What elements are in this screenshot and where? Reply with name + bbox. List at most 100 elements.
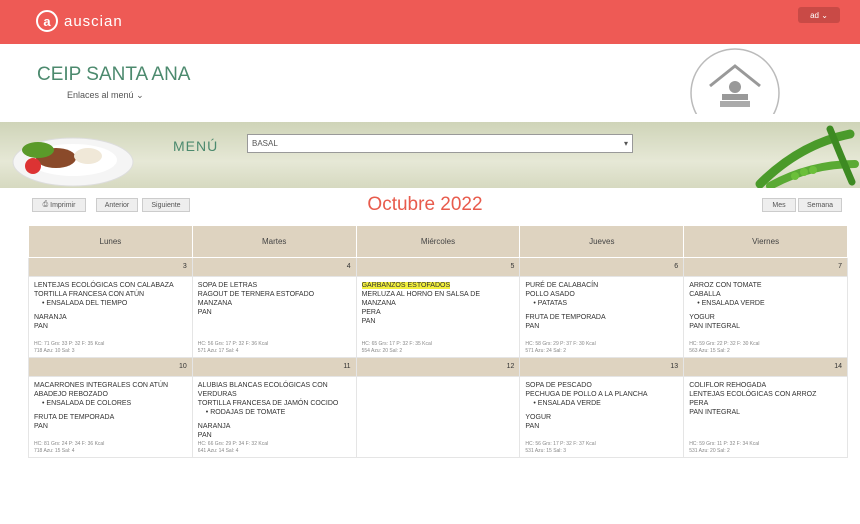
menu-type-select[interactable]: BASAL ▾ [247, 134, 633, 153]
menu-label: MENÚ [173, 138, 219, 154]
calendar-title: Octubre 2022 [367, 194, 483, 215]
nutrition-info: HC: 56 Grs: 17 P: 32 F: 36 Kcal 571 Azu: … [198, 341, 268, 355]
nutrition-info: HC: 58 Grs: 29 P: 37 F: 30 Kcal 571 Azu: … [525, 341, 595, 355]
nutrition-line: HC: 59 Grs: 11 P: 32 F: 34 Kcal [689, 441, 760, 447]
meal-text: ENSALADA VERDE [701, 300, 765, 307]
auscian-logo[interactable]: a auscian [36, 10, 123, 32]
meal-item: COLIFLOR REHOGADA [689, 381, 842, 390]
meal-item: PAN [525, 422, 678, 431]
nutrition-info: HC: 65 Grs: 17 P: 32 F: 35 Kcal 554 Azu: … [362, 341, 432, 355]
day-number-row: 10 11 12 13 14 [28, 357, 848, 377]
meal-text: MANZANA [197, 300, 233, 307]
week-view-button[interactable]: Semana [798, 198, 842, 212]
meal-text: SOPA DE LETRAS [197, 282, 258, 289]
meal-item: NARANJA [34, 313, 187, 322]
meal-text: PAN [361, 318, 376, 325]
meal-text: NARANJA [34, 314, 67, 321]
chevron-down-icon: ⌄ [136, 90, 144, 100]
meal-item: PAN INTEGRAL [689, 408, 842, 417]
day-number[interactable]: 11 [191, 357, 357, 377]
day-number[interactable]: 3 [28, 257, 193, 277]
day-number[interactable]: 12 [355, 357, 521, 377]
meal-item: LENTEJAS ECOLÓGICAS CON ARROZ [689, 390, 842, 399]
meal-text: TORTILLA FRANCESA CON ATÚN [34, 291, 145, 298]
meal-item: • PATATAS [525, 299, 678, 308]
meal-item: YOGUR [689, 313, 842, 322]
meal-item: ALUBIAS BLANCAS ECOLÓGICAS CON VERDURAS [198, 381, 351, 399]
meal-item: FRUTA DE TEMPORADA [525, 313, 678, 322]
day-cell: GARBANZOS ESTOFADOS MERLUZA AL HORNO EN S… [355, 276, 521, 358]
day-number[interactable]: 13 [519, 357, 685, 377]
print-label: Imprimir [50, 201, 76, 209]
meal-text: ENSALADA DE COLORES [46, 400, 132, 407]
meal-item: • ENSALADA VERDE [525, 399, 678, 408]
nutrition-info: HC: 56 Grs: 17 P: 32 F: 37 Kcal 531 Azu: … [525, 441, 595, 455]
meal-item: • RODAJAS DE TOMATE [198, 408, 351, 417]
meal-list: ALUBIAS BLANCAS ECOLÓGICAS CON VERDURAS T… [193, 377, 356, 457]
nutrition-line: 641 Azu: 14 Sal: 4 [197, 448, 239, 454]
meal-text: PURÉ DE CALABACÍN [525, 282, 599, 289]
meal-text: ENSALADA VERDE [537, 400, 601, 407]
links-dropdown[interactable]: Enlaces al menú ⌄ [67, 90, 144, 101]
day-cell: PURÉ DE CALABACÍN POLLO ASADO • PATATAS FRU… [519, 276, 685, 358]
top-bar: a auscian ad ⌄ [0, 0, 860, 44]
nutrition-line: 531 Azu: 20 Sal: 2 [689, 448, 730, 454]
print-button[interactable]: ⎙ Imprimir [32, 198, 86, 212]
nutrition-info: HC: 59 Grs: 22 P: 32 F: 30 Kcal 563 Azu: … [689, 341, 759, 355]
day-number[interactable]: 5 [355, 257, 521, 277]
meal-item: RAGOUT DE TERNERA ESTOFADO [198, 290, 351, 299]
logo-icon: a [36, 10, 58, 32]
meal-text: FRUTA DE TEMPORADA [525, 314, 606, 321]
meal-item: PAN [34, 322, 187, 331]
nutrition-line: HC: 59 Grs: 22 P: 32 F: 30 Kcal [689, 341, 760, 347]
day-number[interactable]: 4 [191, 257, 357, 277]
day-cell: SOPA DE PESCADO PECHUGA DE POLLO A LA PLA… [519, 376, 685, 458]
meal-item: TORTILLA FRANCESA DE JAMÓN COCIDO [198, 399, 351, 408]
nutrition-info: HC: 59 Grs: 11 P: 32 F: 34 Kcal 531 Azu: … [689, 441, 759, 455]
day-header-row: Lunes Martes Miércoles Jueves Viernes [28, 225, 848, 258]
day-number[interactable]: 14 [683, 357, 848, 377]
printer-icon: ⎙ [42, 201, 49, 208]
nutrition-line: HC: 56 Grs: 17 P: 32 F: 36 Kcal [197, 341, 269, 347]
user-menu-button[interactable]: ad ⌄ [798, 7, 840, 23]
page-title: CEIP SANTA ANA [37, 64, 191, 85]
meal-item: MANZANA [198, 299, 351, 308]
meal-text: PAN [197, 309, 212, 316]
month-view-button[interactable]: Mes [762, 198, 796, 212]
day-number[interactable]: 6 [519, 257, 685, 277]
nutrition-line: HC: 66 Grs: 29 P: 34 F: 32 Kcal [197, 441, 269, 447]
day-header: Viernes [683, 225, 848, 258]
meal-text: PAN [34, 323, 48, 330]
nutrition-line: 718 Azu: 10 Sal: 3 [34, 348, 75, 354]
day-number[interactable]: 7 [683, 257, 848, 277]
meal-text: PECHUGA DE POLLO A LA PLANCHA [525, 391, 648, 398]
day-number[interactable]: 10 [28, 357, 193, 377]
menu-calendar: Lunes Martes Miércoles Jueves Viernes 34… [28, 225, 848, 458]
meal-item: PECHUGA DE POLLO A LA PLANCHA [525, 390, 678, 399]
meal-item: • ENSALADA DEL TIEMPO [34, 299, 187, 308]
meal-text: PAN [525, 323, 540, 330]
nutrition-info: HC: 81 Grs: 24 P: 34 F: 36 Kcal 718 Azu: … [34, 441, 104, 455]
meal-list: ARROZ CON TOMATE CABALLA • ENSALADA VERDE Y… [684, 277, 847, 357]
previous-button[interactable]: Anterior [96, 198, 138, 212]
meal-text: ARROZ CON TOMATE [689, 282, 762, 289]
meal-item: TORTILLA FRANCESA CON ATÚN [34, 290, 187, 299]
nutrition-line: 554 Azu: 20 Sal: 2 [361, 348, 403, 354]
meal-item: • ENSALADA VERDE [689, 299, 842, 308]
meal-text: GARBANZOS ESTOFADOS [361, 282, 451, 289]
meal-text: NARANJA [197, 423, 231, 430]
meal-text: PERA [361, 309, 381, 316]
meal-item: ARROZ CON TOMATE [689, 281, 842, 290]
meal-text: LENTEJAS ECOLÓGICAS CON ARROZ [689, 391, 817, 398]
meal-text: RODAJAS DE TOMATE [210, 409, 286, 416]
links-label: Enlaces al menú [67, 90, 134, 100]
meal-item: PAN [198, 431, 351, 440]
next-button[interactable]: Siguiente [142, 198, 190, 212]
day-cell: COLIFLOR REHOGADA LENTEJAS ECOLÓGICAS CON… [683, 376, 848, 458]
meal-text: SOPA DE PESCADO [525, 382, 592, 389]
day-cell: SOPA DE LETRAS RAGOUT DE TERNERA ESTOFADO… [191, 276, 357, 358]
meal-item: • ENSALADA DE COLORES [34, 399, 187, 408]
meal-list [357, 377, 520, 457]
meal-text: PATATAS [537, 300, 568, 307]
school-badge-icon [690, 48, 780, 114]
